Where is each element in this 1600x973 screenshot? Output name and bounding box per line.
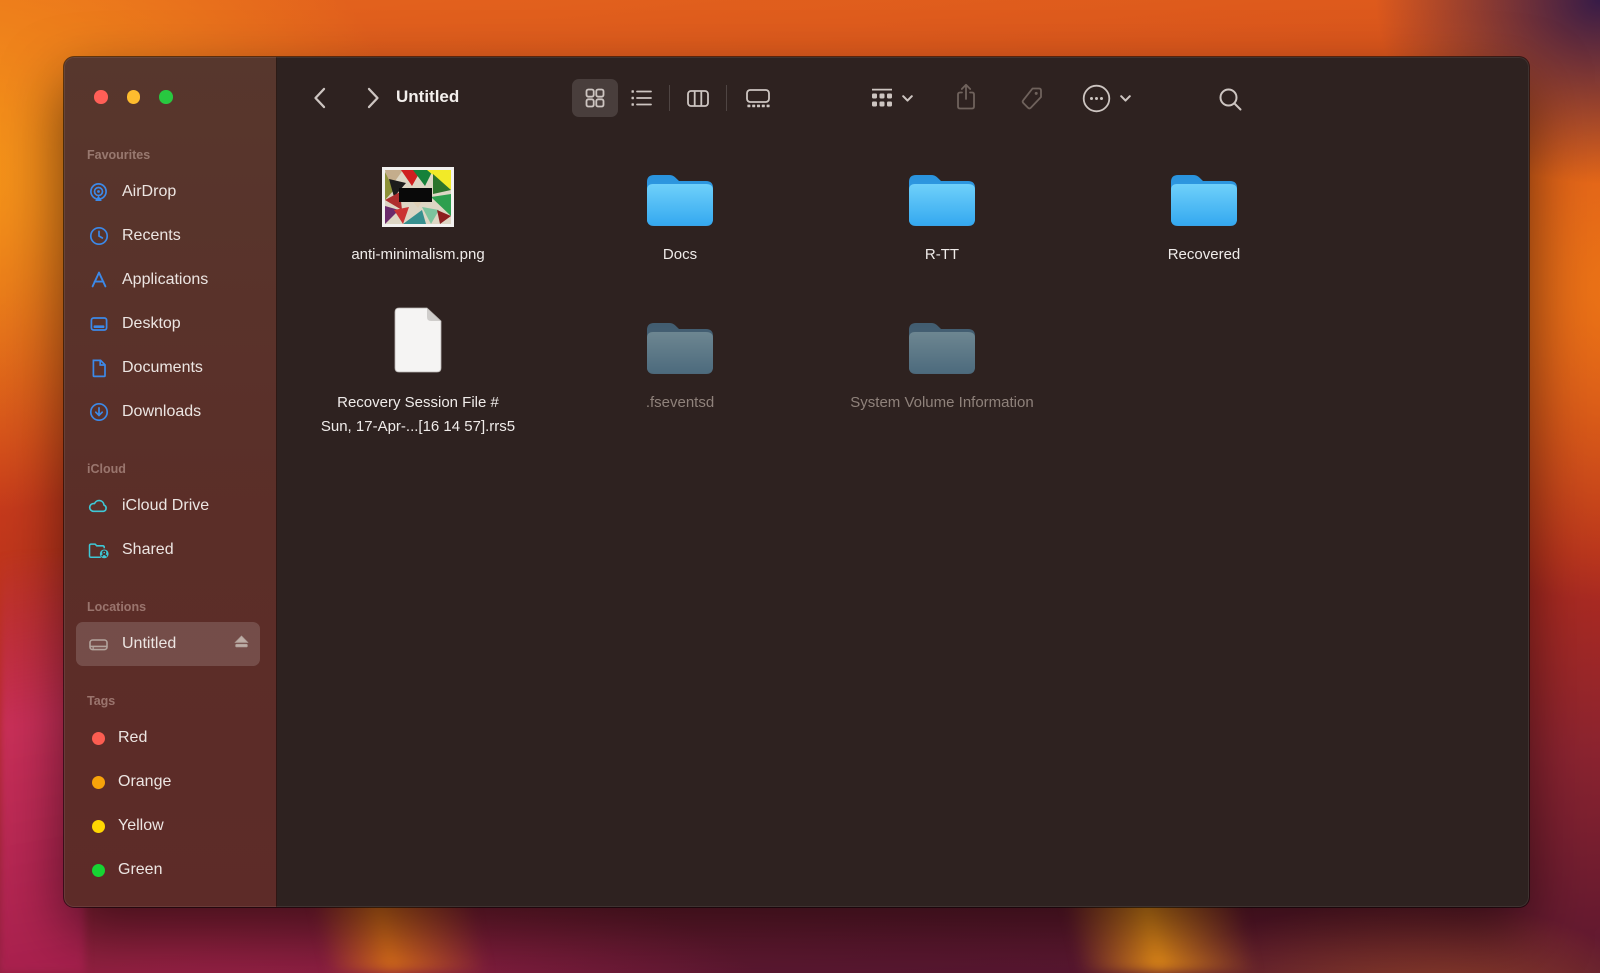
sidebar-item-icloud-drive[interactable]: iCloud Drive: [76, 484, 260, 528]
sidebar-item-tag-yellow[interactable]: Yellow: [76, 804, 260, 848]
sidebar-item-desktop[interactable]: Desktop: [76, 302, 260, 346]
shared-folder-icon: [88, 540, 109, 561]
sidebar-item-applications[interactable]: Applications: [76, 258, 260, 302]
image-thumbnail: [382, 155, 454, 227]
airdrop-icon: [88, 182, 109, 203]
folder-docs[interactable]: Docs: [560, 155, 800, 267]
file-label: System Volume Information: [850, 394, 1034, 411]
sidebar-item-label: Desktop: [122, 315, 181, 332]
sidebar-item-label: Yellow: [118, 817, 164, 834]
green-tag-dot: [92, 863, 105, 877]
folder-icon: [1166, 155, 1242, 227]
file-label: .fseventsd: [645, 394, 715, 411]
file-label-line1: Recovery Session File #: [337, 394, 499, 411]
sidebar-scroll: Favourites AirDrop Recents Applications …: [64, 57, 276, 907]
file-anti-minimalism-png[interactable]: anti-minimalism.png: [298, 155, 538, 267]
eject-icon[interactable]: [233, 634, 250, 654]
sidebar-item-recents[interactable]: Recents: [76, 214, 260, 258]
file-recovery-session[interactable]: Recovery Session File # Sun, 17-Apr-...[…: [298, 303, 538, 439]
sidebar-item-label: Downloads: [122, 403, 202, 420]
folder-system-volume-information[interactable]: System Volume Information: [822, 303, 1062, 415]
yellow-tag-dot: [92, 819, 105, 833]
file-label: anti-minimalism.png: [351, 246, 485, 263]
sidebar-item-label: Applications: [122, 271, 209, 288]
sidebar-item-label: Orange: [118, 773, 172, 790]
sidebar-item-label: AirDrop: [122, 183, 177, 200]
folder-icon: [642, 303, 718, 375]
cloud-icon: [88, 496, 109, 517]
file-label: Recovered: [1167, 246, 1241, 263]
app-store-icon: [88, 270, 109, 291]
sidebar-item-downloads[interactable]: Downloads: [76, 390, 260, 434]
section-header: iCloud: [87, 462, 126, 476]
file-label: R-TT: [924, 246, 960, 263]
finder-window: Favourites AirDrop Recents Applications …: [64, 57, 1529, 907]
file-label-line2: Sun, 17-Apr-...[16 14 57].rrs5: [320, 418, 516, 435]
folder-icon: [904, 155, 980, 227]
file-label: Recovery Session File # Sun, 17-Apr-...[…: [321, 391, 515, 439]
document-file-icon: [391, 303, 445, 375]
sidebar-item-tag-orange[interactable]: Orange: [76, 760, 260, 804]
section-header: Locations: [87, 600, 147, 614]
sidebar-item-label: Untitled: [122, 635, 177, 652]
section-icloud: iCloud iCloud Drive Shared: [64, 459, 276, 572]
red-tag-dot: [92, 731, 105, 745]
sidebar-item-label: Recents: [122, 227, 181, 244]
sidebar: Favourites AirDrop Recents Applications …: [64, 57, 277, 907]
sidebar-item-documents[interactable]: Documents: [76, 346, 260, 390]
sidebar-item-tag-red[interactable]: Red: [76, 716, 260, 760]
section-header: Favourites: [87, 148, 151, 162]
file-label: Docs: [662, 246, 698, 263]
folder-icon: [642, 155, 718, 227]
section-favourites: Favourites AirDrop Recents Applications …: [64, 145, 276, 434]
download-icon: [88, 402, 109, 423]
sidebar-item-label: Red: [118, 729, 148, 746]
file-browser-content: anti-minimalism.png Docs R-TT Recovered: [278, 57, 1529, 907]
sidebar-item-label: Documents: [122, 359, 203, 376]
orange-tag-dot: [92, 775, 105, 789]
sidebar-item-tag-green[interactable]: Green: [76, 848, 260, 892]
folder-icon: [904, 303, 980, 375]
section-tags: Tags Red Orange Yellow Green: [64, 691, 276, 892]
sidebar-item-label: iCloud Drive: [122, 497, 210, 514]
folder-recovered[interactable]: Recovered: [1084, 155, 1324, 267]
hard-drive-icon: [88, 634, 109, 655]
folder-fseventsd[interactable]: .fseventsd: [560, 303, 800, 415]
document-icon: [88, 358, 109, 379]
section-locations: Locations Untitled: [64, 597, 276, 666]
section-header: Tags: [87, 694, 116, 708]
sidebar-item-label: Shared: [122, 541, 174, 558]
folder-r-tt[interactable]: R-TT: [822, 155, 1062, 267]
sidebar-item-shared[interactable]: Shared: [76, 528, 260, 572]
sidebar-item-label: Green: [118, 861, 163, 878]
sidebar-item-airdrop[interactable]: AirDrop: [76, 170, 260, 214]
desktop-icon: [88, 314, 109, 335]
sidebar-item-untitled-volume[interactable]: Untitled: [76, 622, 260, 666]
clock-icon: [88, 226, 109, 247]
